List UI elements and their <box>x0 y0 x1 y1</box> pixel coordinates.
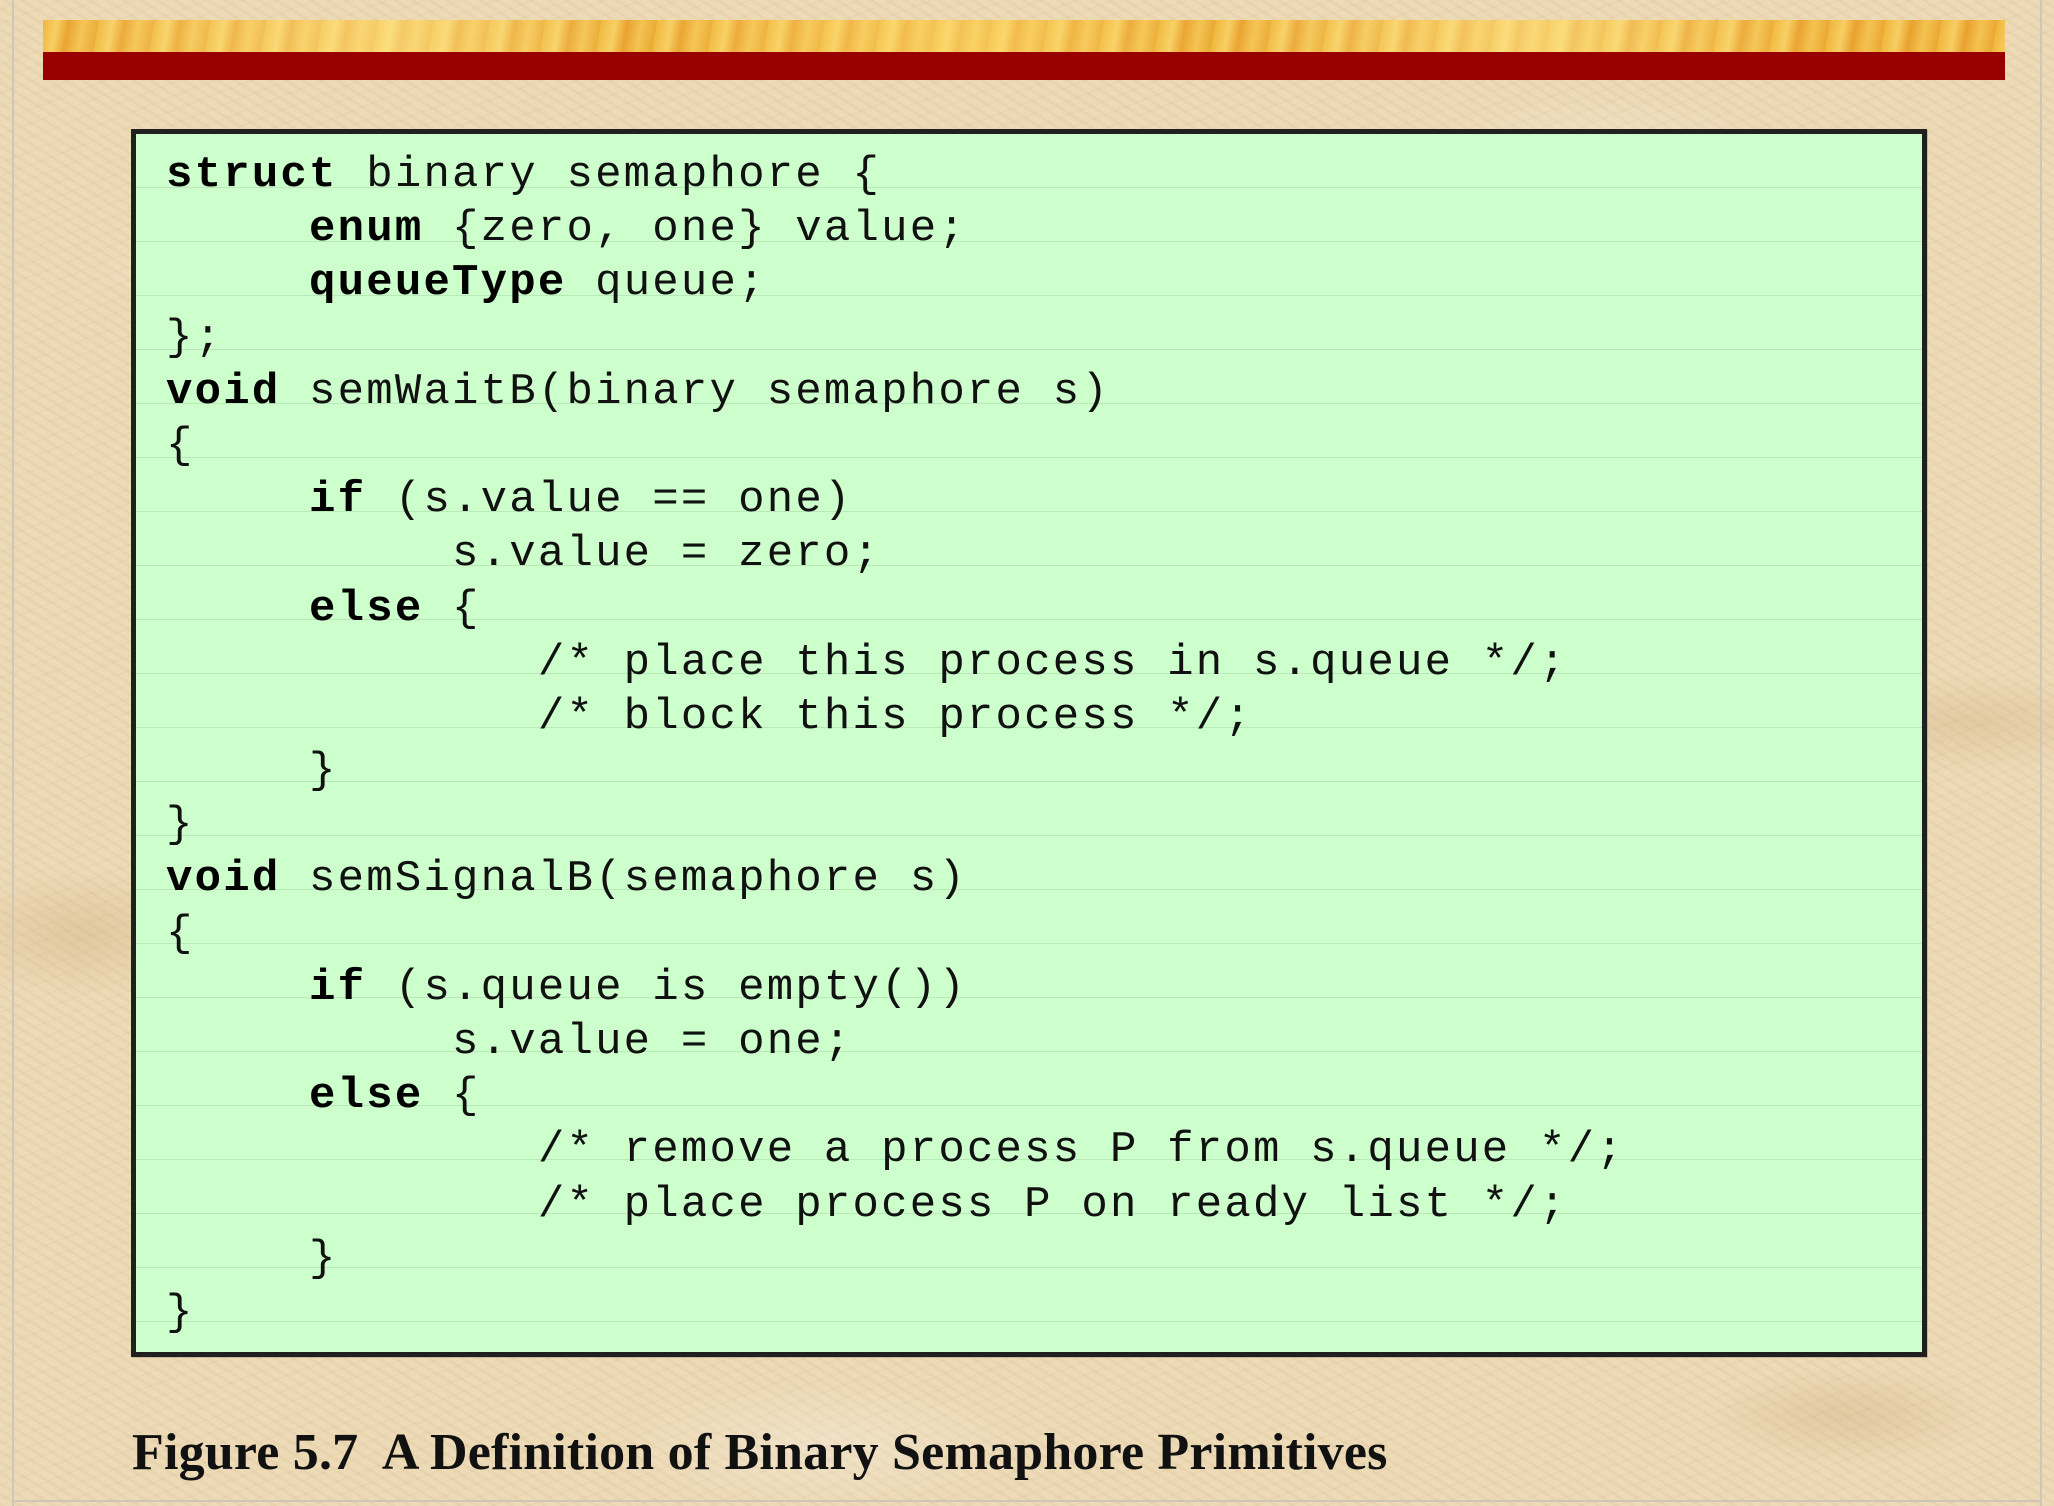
code-line: s.value = zero; <box>166 527 1625 581</box>
code-line: } <box>166 1286 1625 1340</box>
slide-frame-left <box>12 0 14 1506</box>
code-text: semWaitB(binary semaphore s) <box>280 366 1110 417</box>
code-text: (s.queue is empty()) <box>366 962 967 1013</box>
code-line: } <box>166 744 1625 798</box>
code-line: else { <box>166 582 1625 636</box>
code-keyword: else <box>309 583 424 634</box>
figure-caption: Figure 5.7 A Definition of Binary Semaph… <box>132 1424 1388 1481</box>
code-lines: struct binary semaphore { enum {zero, on… <box>166 148 1625 1340</box>
code-text: { <box>423 583 481 634</box>
code-line: else { <box>166 1069 1625 1123</box>
code-text: } <box>166 800 195 851</box>
code-text: (s.value == one) <box>366 475 853 526</box>
code-text: s.value = one; <box>452 1017 853 1067</box>
code-text: /* place this process in s.queue */; <box>537 637 1568 688</box>
code-text: {zero, one} value; <box>423 204 967 255</box>
code-line: void semSignalB(semaphore s) <box>166 852 1625 906</box>
code-line: /* place process P on ready list */; <box>166 1178 1625 1232</box>
code-text: } <box>309 746 338 797</box>
code-line: /* block this process */; <box>166 690 1625 744</box>
code-text: /* block this process */; <box>537 691 1253 742</box>
code-text: }; <box>166 312 224 363</box>
code-text: } <box>309 1233 338 1284</box>
code-keyword: else <box>309 1071 424 1122</box>
code-text: /* place process P on ready list */; <box>537 1179 1568 1230</box>
code-line: queueType queue; <box>166 256 1625 310</box>
code-line: enum {zero, one} value; <box>166 202 1625 256</box>
code-keyword: queueType <box>309 258 567 309</box>
code-text: queue; <box>566 258 767 309</box>
code-keyword: void <box>166 366 281 417</box>
code-text: { <box>166 420 195 471</box>
code-keyword: struct <box>166 150 338 200</box>
code-text: /* remove a process P from s.queue */; <box>537 1125 1625 1176</box>
code-line: } <box>166 798 1625 852</box>
code-line: /* remove a process P from s.queue */; <box>166 1123 1625 1177</box>
code-line: if (s.queue is empty()) <box>166 961 1625 1015</box>
code-line: void semWaitB(binary semaphore s) <box>166 365 1625 419</box>
code-text: { <box>166 908 195 959</box>
code-line: }; <box>166 311 1625 365</box>
code-keyword: if <box>309 475 367 526</box>
slide-frame-right <box>2040 0 2042 1506</box>
code-line: } <box>166 1232 1625 1286</box>
code-text: s.value = zero; <box>452 529 882 580</box>
code-text: } <box>166 1287 195 1338</box>
code-text: semSignalB(semaphore s) <box>280 854 967 905</box>
code-line: /* place this process in s.queue */; <box>166 636 1625 690</box>
code-text: { <box>423 1071 481 1122</box>
code-keyword: if <box>309 962 367 1013</box>
code-line: if (s.value == one) <box>166 473 1625 527</box>
code-line: s.value = one; <box>166 1015 1625 1069</box>
code-keyword: enum <box>309 204 424 255</box>
title-banner-gold-stripe <box>43 20 2005 52</box>
code-text: binary semaphore { <box>337 150 882 200</box>
slide-frame-bottom <box>12 1500 2042 1502</box>
code-listing-box: struct binary semaphore { enum {zero, on… <box>131 129 1927 1357</box>
title-banner-red-stripe <box>43 52 2005 80</box>
code-line: { <box>166 419 1625 473</box>
code-keyword: void <box>166 854 281 905</box>
code-line: { <box>166 907 1625 961</box>
code-line: struct binary semaphore { <box>166 148 1625 202</box>
